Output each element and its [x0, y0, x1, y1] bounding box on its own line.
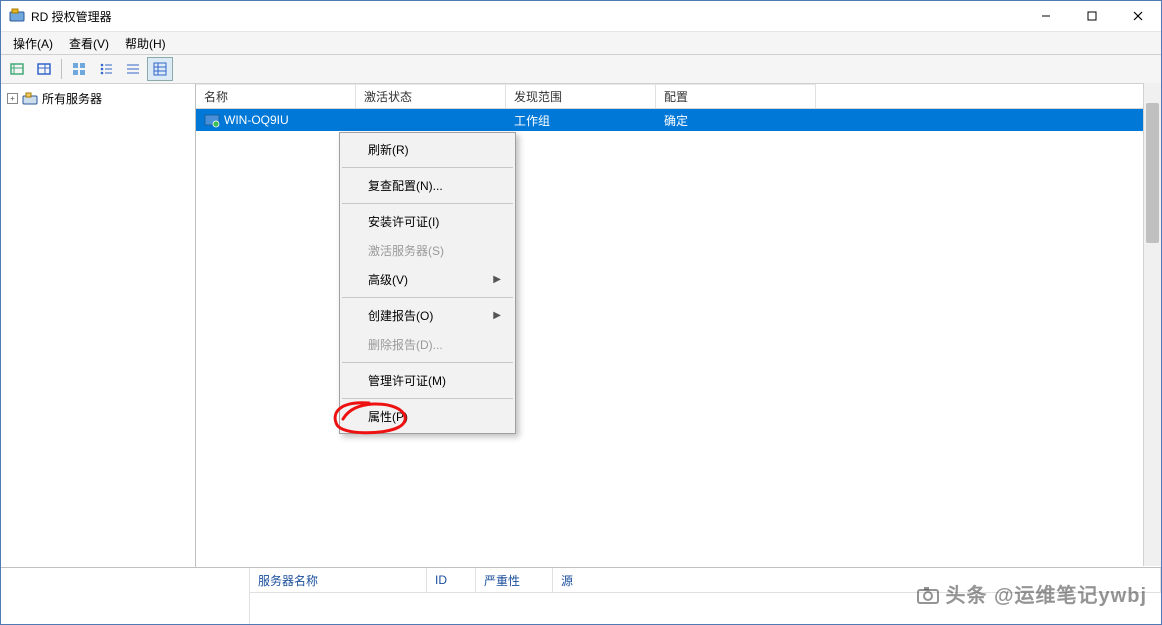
ctx-manage-license[interactable]: 管理许可证(M) — [340, 366, 515, 395]
ctx-recheck-config[interactable]: 复查配置(N)... — [340, 171, 515, 200]
ctx-separator — [342, 362, 513, 363]
col-activation[interactable]: 激活状态 — [356, 84, 506, 108]
menu-view[interactable]: 查看(V) — [61, 33, 117, 54]
chevron-right-icon: ▶ — [493, 310, 501, 321]
cell-name: WIN-OQ9IU — [196, 112, 356, 128]
toolbar — [1, 55, 1161, 84]
close-button[interactable] — [1115, 1, 1161, 31]
window-title: RD 授权管理器 — [31, 8, 112, 25]
view-large-icons[interactable] — [66, 57, 92, 81]
servers-icon — [22, 91, 38, 107]
view-small-icons[interactable] — [93, 57, 119, 81]
ctx-delete-report: 删除报告(D)... — [340, 330, 515, 359]
titlebar: RD 授权管理器 — [1, 1, 1161, 32]
menubar: 操作(A) 查看(V) 帮助(H) — [1, 32, 1161, 55]
toolbar-button-2[interactable] — [31, 57, 57, 81]
ctx-create-report[interactable]: 创建报告(O) ▶ — [340, 301, 515, 330]
menu-help[interactable]: 帮助(H) — [117, 33, 174, 54]
ctx-separator — [342, 203, 513, 204]
list-header: 名称 激活状态 发现范围 配置 — [196, 84, 1161, 109]
cell-name-text: WIN-OQ9IU — [224, 113, 289, 127]
ctx-separator — [342, 167, 513, 168]
menu-action[interactable]: 操作(A) — [5, 33, 61, 54]
bottom-list-header: 服务器名称 ID 严重性 源 — [250, 568, 1161, 593]
bcol-source[interactable]: 源 — [553, 568, 1161, 592]
context-menu: 刷新(R) 复查配置(N)... 安装许可证(I) 激活服务器(S) 高级(V)… — [339, 132, 516, 434]
bcol-severity[interactable]: 严重性 — [476, 568, 553, 592]
ctx-separator — [342, 297, 513, 298]
minimize-button[interactable] — [1023, 1, 1069, 31]
tree-pane[interactable]: + 所有服务器 — [1, 84, 196, 567]
tree-root-row[interactable]: + 所有服务器 — [3, 88, 193, 109]
server-row[interactable]: WIN-OQ9IU 工作组 确定 — [196, 109, 1161, 131]
cell-scope: 工作组 — [506, 112, 656, 129]
ctx-install-license[interactable]: 安装许可证(I) — [340, 207, 515, 236]
maximize-button[interactable] — [1069, 1, 1115, 31]
view-details[interactable] — [147, 57, 173, 81]
bcol-id[interactable]: ID — [427, 568, 476, 592]
col-config[interactable]: 配置 — [656, 84, 816, 108]
bottom-panel: 服务器名称 ID 严重性 源 — [1, 567, 1161, 624]
ctx-separator — [342, 398, 513, 399]
col-name[interactable]: 名称 — [196, 84, 356, 108]
ctx-advanced[interactable]: 高级(V) ▶ — [340, 265, 515, 294]
toolbar-button-1[interactable] — [4, 57, 30, 81]
chevron-right-icon: ▶ — [493, 274, 501, 285]
ctx-properties[interactable]: 属性(P) — [340, 402, 515, 431]
app-icon — [9, 8, 25, 24]
scrollbar-vertical[interactable] — [1143, 83, 1161, 566]
tree-expander-icon[interactable]: + — [7, 93, 18, 104]
bcol-server[interactable]: 服务器名称 — [250, 568, 427, 592]
ctx-activate-server: 激活服务器(S) — [340, 236, 515, 265]
view-list[interactable] — [120, 57, 146, 81]
cell-config: 确定 — [656, 112, 816, 129]
scrollbar-thumb[interactable] — [1146, 103, 1159, 243]
server-icon — [204, 112, 220, 128]
col-scope[interactable]: 发现范围 — [506, 84, 656, 108]
tree-root-label: 所有服务器 — [42, 90, 102, 107]
toolbar-separator — [61, 59, 62, 79]
ctx-refresh[interactable]: 刷新(R) — [340, 135, 515, 164]
